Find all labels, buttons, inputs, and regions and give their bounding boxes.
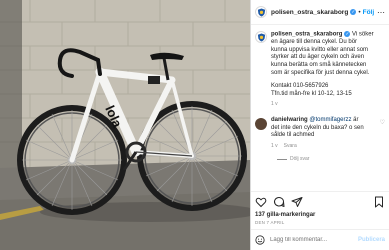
caption-contact-hours: Tfn.tid mån-fre kl 10-12, 13-15 [271, 90, 352, 97]
post-photo[interactable]: lola [0, 0, 250, 250]
share-icon[interactable] [291, 196, 303, 208]
hide-replies-button[interactable]: Dölj svar [277, 156, 385, 162]
more-options-icon[interactable]: ⋯ [377, 8, 385, 17]
hide-replies-label: Dölj svar [290, 156, 310, 163]
reply-button[interactable]: Svara [284, 143, 297, 151]
replies-divider [277, 158, 287, 160]
add-comment-bar: Publicera [251, 229, 389, 250]
comment-age: 1 v [271, 142, 278, 149]
comment-icon[interactable] [273, 196, 285, 208]
post-header: polisen_ostra_skaraborg ✓ • Följ ⋯ [251, 0, 389, 25]
follow-button[interactable]: Följ [363, 9, 375, 16]
police-badge-icon [257, 7, 265, 17]
bicycle-photo: lola [0, 0, 250, 250]
post-date: DEN 7 APRIL [255, 220, 285, 225]
comment-text: danielwaring @tommifagerzz är det inte d… [271, 117, 367, 150]
heart-icon[interactable] [255, 196, 267, 208]
verified-badge-icon: ✓ [350, 9, 357, 15]
caption-contact-phone: Kontakt 010-5657926 [271, 83, 329, 90]
caption-avatar[interactable] [255, 31, 267, 43]
caption-body: Vi söker en ägare till denna cykel. Du b… [271, 31, 374, 76]
comment-row: danielwaring @tommifagerzz är det inte d… [255, 117, 385, 150]
account-avatar[interactable] [255, 6, 267, 18]
emoji-icon[interactable] [255, 235, 265, 245]
comment-like-icon[interactable]: ♡ [380, 119, 385, 126]
comment-username[interactable]: danielwaring [271, 117, 308, 123]
instagram-post: lola polisen_ostra_skaraborg ✓ • Följ ⋯ … [0, 0, 389, 250]
account-username[interactable]: polisen_ostra_skaraborg [271, 9, 348, 16]
police-badge-icon [257, 32, 265, 42]
comment-meta: 1 v Svara [271, 143, 367, 151]
caption-username[interactable]: polisen_ostra_skaraborg [271, 32, 342, 38]
comment-mention[interactable]: @tommifagerzz [308, 117, 351, 123]
caption-age: 1 v [271, 101, 278, 108]
commenter-avatar[interactable] [255, 117, 267, 130]
action-bar [251, 191, 389, 212]
bookmark-icon[interactable] [373, 196, 385, 208]
separator-dot: • [358, 8, 361, 16]
comments-section: polisen_ostra_skaraborg ✓ Vi söker en äga… [251, 25, 389, 191]
caption-row: polisen_ostra_skaraborg ✓ Vi söker en äga… [255, 31, 385, 109]
caption-text: polisen_ostra_skaraborg ✓ Vi söker en äga… [271, 31, 375, 109]
post-side-panel: polisen_ostra_skaraborg ✓ • Följ ⋯ polis… [250, 0, 389, 250]
publish-button[interactable]: Publicera [358, 237, 385, 243]
add-comment-input[interactable] [270, 237, 358, 243]
